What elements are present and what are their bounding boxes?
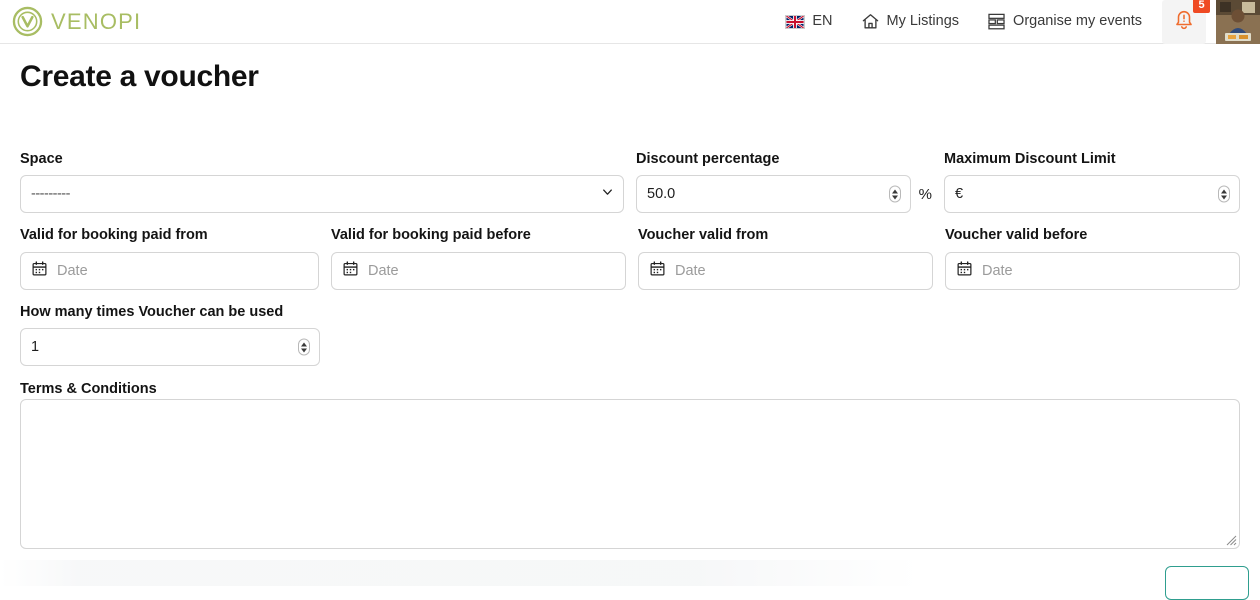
field-valid-booking-paid-from: Valid for booking paid from Date [20,227,319,289]
percent-suffix: % [919,186,932,203]
top-navigation-bar: VENOPI EN My [0,0,1260,44]
calendar-icon [649,260,666,281]
notifications-button[interactable]: 5 [1162,0,1206,44]
form-row-4: Terms & Conditions [20,380,1240,548]
header-nav: EN My Listings Organise m [771,0,1260,44]
discount-percentage-group: 50.0 % [636,175,932,213]
field-voucher-valid-before: Voucher valid before Date [945,227,1240,289]
discount-percentage-input[interactable]: 50.0 [636,175,911,213]
language-label: EN [812,14,832,29]
calendar-icon [342,260,359,281]
layout-grid-icon [987,12,1006,31]
chevron-down-icon [601,186,614,203]
valid-booking-paid-before-placeholder: Date [368,263,399,279]
discount-percentage-value: 50.0 [647,186,900,202]
number-spinner-icon[interactable] [1218,186,1230,203]
maximum-discount-limit-input[interactable]: € [944,175,1240,213]
brand-name: VENOPI [51,9,141,35]
uk-flag-icon [785,15,805,29]
label-maximum-discount-limit: Maximum Discount Limit [944,151,1240,168]
voucher-valid-before-input[interactable]: Date [945,252,1240,290]
voucher-valid-before-placeholder: Date [982,263,1013,279]
label-voucher-valid-before: Voucher valid before [945,227,1240,244]
field-discount-percentage: Discount percentage 50.0 % [636,151,932,213]
space-select[interactable]: --------- [20,175,624,213]
calendar-icon [956,260,973,281]
field-space: Space --------- [20,151,624,213]
language-selector[interactable]: EN [771,0,846,44]
valid-booking-paid-from-placeholder: Date [57,263,88,279]
terms-conditions-textarea[interactable] [20,399,1240,549]
euro-prefix: € [955,186,963,202]
times-used-input[interactable]: 1 [20,328,320,366]
label-space: Space [20,151,624,168]
field-valid-booking-paid-before: Valid for booking paid before Date [331,227,626,289]
form-row-2: Valid for booking paid from Date Valid f… [20,227,1240,289]
page-body: Create a voucher Space --------- Discoun… [0,60,1260,549]
submit-button[interactable] [1165,566,1249,600]
bell-alert-icon [1173,8,1195,35]
venopi-circle-v-logo-icon [12,6,43,37]
home-icon [861,12,880,31]
label-voucher-valid-from: Voucher valid from [638,227,933,244]
avatar[interactable] [1216,0,1260,44]
user-avatar-photo-icon [1216,0,1260,44]
nav-my-listings-label: My Listings [887,14,960,29]
page-title: Create a voucher [20,60,1240,94]
form-row-3: How many times Voucher can be used 1 [20,304,1240,366]
form-row-1: Space --------- Discount percentage 50.0… [20,151,1240,213]
times-used-value: 1 [31,339,309,355]
sticky-footer-bar [0,560,1260,586]
label-terms-conditions: Terms & Conditions [20,381,157,397]
nav-organise-my-events[interactable]: Organise my events [973,0,1156,44]
resize-handle-icon[interactable] [1223,532,1237,546]
voucher-form: Space --------- Discount percentage 50.0… [20,151,1240,549]
voucher-valid-from-input[interactable]: Date [638,252,933,290]
label-valid-booking-paid-from: Valid for booking paid from [20,227,319,244]
space-select-value: --------- [31,186,70,202]
label-times-used: How many times Voucher can be used [20,304,320,321]
field-voucher-valid-from: Voucher valid from Date [638,227,933,289]
field-times-used: How many times Voucher can be used 1 [20,304,320,366]
label-discount-percentage: Discount percentage [636,151,932,168]
valid-booking-paid-from-input[interactable]: Date [20,252,319,290]
calendar-icon [31,260,48,281]
nav-my-listings[interactable]: My Listings [847,0,974,44]
field-maximum-discount-limit: Maximum Discount Limit € [944,151,1240,213]
number-spinner-icon[interactable] [889,186,901,203]
brand-logo-link[interactable]: VENOPI [12,6,141,37]
voucher-valid-from-placeholder: Date [675,263,706,279]
notification-count-badge: 5 [1193,0,1210,13]
number-spinner-icon[interactable] [298,339,310,356]
label-valid-booking-paid-before: Valid for booking paid before [331,227,626,244]
valid-booking-paid-before-input[interactable]: Date [331,252,626,290]
nav-organise-my-events-label: Organise my events [1013,14,1142,29]
